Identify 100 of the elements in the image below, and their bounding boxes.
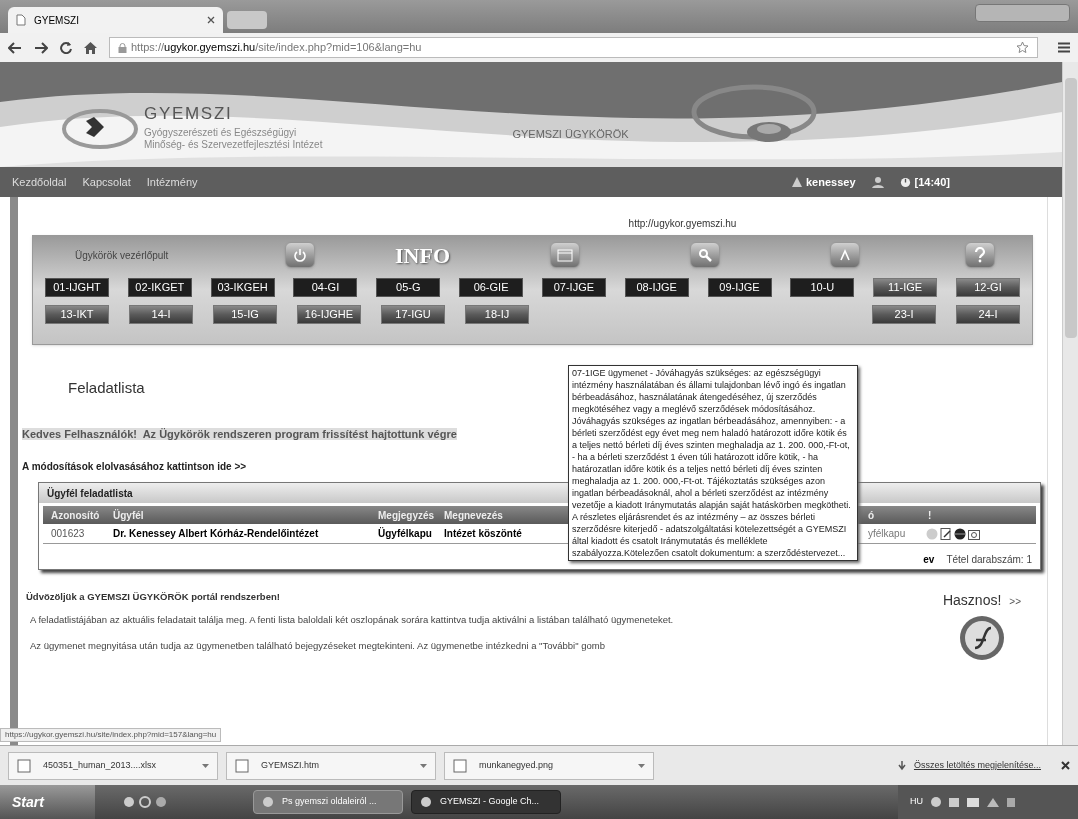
status-url: https://ugykor.gyemszi.hu/site/index.php?mid=157&lang=hu xyxy=(0,728,222,742)
item-count: Tétel darabszám: 1 xyxy=(946,553,1032,567)
user-settings-icon[interactable] xyxy=(871,176,884,188)
calendar-icon[interactable] xyxy=(550,242,580,268)
portal-title: GYEMSZI ÜGYKÖRÖK xyxy=(512,127,629,143)
module-button[interactable]: 07-IJGE xyxy=(541,278,606,297)
table-cell[interactable]: Dr. Kenessey Albert Kórház-Rendelőintézet xyxy=(113,526,378,541)
welcome-paragraph: Az ügymenet megnyitása után tudja az ügymenetben található bejegyzéseket megtekinteni. Az ügymenetbe intézkedni a "További" gomb xyxy=(29,639,606,653)
download-item[interactable]: 450351_human_2013....xlsx xyxy=(8,751,218,780)
monitor-icon[interactable] xyxy=(967,797,979,807)
announcement-text: Kedves Felhasználók! Az Ügykörök rendszeren program frissítést hajtottunk végre xyxy=(22,428,457,440)
close-icon[interactable] xyxy=(1061,761,1070,770)
nav-link[interactable]: Kezdőoldal xyxy=(12,173,67,191)
forward-icon[interactable] xyxy=(34,41,48,54)
module-button[interactable]: 23-I xyxy=(872,305,936,324)
session-time: [14:40] xyxy=(914,174,950,190)
column-header[interactable]: Ügyfél xyxy=(113,507,378,523)
file-icon xyxy=(235,758,249,773)
browser-tab[interactable]: GYEMSZI xyxy=(8,7,223,33)
caret-icon[interactable] xyxy=(420,763,427,768)
module-button[interactable]: 09-IJGE xyxy=(707,278,772,297)
flash-player-icon[interactable] xyxy=(959,615,1005,661)
app-icon xyxy=(262,796,274,808)
nav-link[interactable]: Kapcsolat xyxy=(82,173,131,191)
download-item[interactable]: GYEMSZI.htm xyxy=(226,751,436,780)
org-subtitle: Minőség- és Szervezetfejlesztési Intézet xyxy=(144,139,323,152)
scrollbar[interactable] xyxy=(1062,62,1078,745)
taskbar-window[interactable]: Ps gyemszi oldaleiról ... xyxy=(253,790,403,814)
tray-app-icon[interactable] xyxy=(1007,797,1015,807)
edit-icon[interactable] xyxy=(940,527,952,540)
language-indicator[interactable]: HU xyxy=(910,795,923,809)
module-button[interactable]: 03-IKGEH xyxy=(210,278,275,297)
file-icon xyxy=(453,758,467,773)
module-button[interactable]: 13-IKT xyxy=(45,305,109,324)
module-button[interactable]: 02-IKGET xyxy=(127,278,192,297)
quick-launch-icon[interactable] xyxy=(123,795,167,809)
search-icon[interactable] xyxy=(690,242,720,268)
module-button[interactable]: 18-IJ xyxy=(465,305,529,324)
site-url: http://ugykor.gyemszi.hu xyxy=(628,217,737,231)
power-icon[interactable] xyxy=(285,242,315,268)
table-cell-text: yfélkapu xyxy=(868,527,907,541)
module-button[interactable]: 15-IG xyxy=(213,305,277,324)
user-icon xyxy=(792,177,802,187)
module-button[interactable]: 10-U xyxy=(790,278,855,297)
column-header[interactable]: Megjegyzés xyxy=(378,507,444,523)
close-icon[interactable] xyxy=(207,16,215,24)
power-icon[interactable] xyxy=(899,176,911,188)
module-button[interactable]: 17-IGU xyxy=(381,305,445,324)
table-cell[interactable]: 001623 xyxy=(43,526,113,541)
camera-icon[interactable] xyxy=(968,527,980,540)
page-icon xyxy=(16,14,26,26)
more-link[interactable]: >> xyxy=(1009,594,1021,609)
module-button[interactable]: 16-IJGHE xyxy=(297,305,361,324)
volume-icon[interactable] xyxy=(987,797,999,807)
reload-icon[interactable] xyxy=(60,41,72,54)
app-icon xyxy=(420,796,432,808)
column-header[interactable]: Azonosító xyxy=(43,507,113,523)
lock-icon xyxy=(118,42,127,53)
module-button[interactable]: 08-IJGE xyxy=(624,278,689,297)
module-button[interactable]: 12-GI xyxy=(955,278,1020,297)
table-cell-text: Ügyfélkapu xyxy=(378,526,433,541)
taskbar-window[interactable]: GYEMSZI - Google Ch... xyxy=(411,790,561,814)
download-item[interactable]: munkanegyed.png xyxy=(444,751,654,780)
file-icon xyxy=(17,758,31,773)
module-button[interactable]: 14-I xyxy=(129,305,193,324)
column-header[interactable]: ! xyxy=(928,507,948,523)
globe-icon[interactable] xyxy=(954,527,966,540)
welcome-paragraph: A feladatlistájában az aktuális feladatait találja meg. A fenti lista baloldali két oszlopának sorára kattintva tudja aktiválni a listában található ügymeneteket. xyxy=(29,613,675,628)
org-subtitle: Gyógyszerészeti és Egészségügyi xyxy=(144,126,298,140)
panel-title: Ügykörök vezérlőpult xyxy=(74,248,170,263)
tooltip: 07-1IGE ügymenet - Jóváhagyás szükséges: az egészségügyi intézmény használatában és állami tulajdonban lévő ingó és ingatlan bérbeadásához, használatának átengedéséhez, új szerződés megkötéséhez vagy a meglévő szerződések módosításához. Jóváhagyás szükséges az ingatlan bérbeadásához, amennyiben: - a bérleti szerződést egy évet meg nem haladó határozott időre kötik és a teljes nettó bérleti díj éves szinten meghaladja az 1. 200. 000,-Ft-ot, - ha a bérleti szerződést 1 éven túli határozott időre kötik, - ha határozatlan időre kötik és a teljes nettó bérleti díj éves szinten meghaladja az 1. 200. 000,-Ft-ot. Tájékoztatás szükséges azon ingatlan bérbeadásoknál, ahol a bérleti szerződést az intézmény vezetője a kiadott Iránymutatás alapján saját hatáskörben megkötheti. A részletes eljárásrendet és az intézmény – az összes bérleti szerződésre kiterjedő - adatszolgáltatási kötelezettségét a GYEMSZI által kiadott és csatolt Iránymutatás és melléklete szabályozza.Kötelezően csatolt dokumentum: a szerződéstervezet... xyxy=(568,365,858,561)
help-icon[interactable] xyxy=(965,242,995,268)
address-field[interactable]: https://ugykor.gyemszi.hu/site/index.php?mid=106&lang=hu xyxy=(109,37,1038,58)
download-icon xyxy=(897,760,906,771)
url-text: https://ugykor.gyemszi.hu/site/index.php?mid=106&lang=hu xyxy=(131,40,422,56)
table-title: Ügyfél feladatlista xyxy=(47,486,133,501)
useful-heading: Hasznos! xyxy=(942,591,1002,610)
module-button[interactable]: 01-IJGHT xyxy=(45,278,109,297)
column-header[interactable]: ó xyxy=(868,507,928,523)
nav-link[interactable]: Intézmény xyxy=(146,173,198,191)
caret-icon[interactable] xyxy=(202,763,209,768)
changes-link[interactable]: A módosítások elolvasásához kattintson ide >> xyxy=(22,459,247,474)
caret-up-icon[interactable] xyxy=(830,242,860,268)
star-icon[interactable] xyxy=(1016,41,1029,54)
pager-text[interactable]: ev xyxy=(923,552,935,567)
module-button[interactable]: 24-I xyxy=(956,305,1020,324)
module-button[interactable]: 05-G xyxy=(376,278,441,297)
tab-title: GYEMSZI xyxy=(34,13,80,28)
module-button[interactable]: 04-GI xyxy=(293,278,358,297)
start-button[interactable]: Start xyxy=(0,785,95,819)
module-button[interactable]: 06-GIE xyxy=(459,278,524,297)
org-name: GYEMSZI xyxy=(144,103,234,126)
back-icon[interactable] xyxy=(8,41,22,54)
status-dot-icon xyxy=(926,527,938,540)
menu-icon[interactable] xyxy=(1058,42,1070,53)
caret-icon[interactable] xyxy=(638,763,645,768)
module-button[interactable]: 11-IGE xyxy=(873,278,938,297)
home-icon[interactable] xyxy=(84,41,97,54)
section-heading: Feladatlista xyxy=(68,377,145,398)
show-all-downloads-link[interactable]: Összes letöltés megjelenítése... xyxy=(913,758,1041,773)
